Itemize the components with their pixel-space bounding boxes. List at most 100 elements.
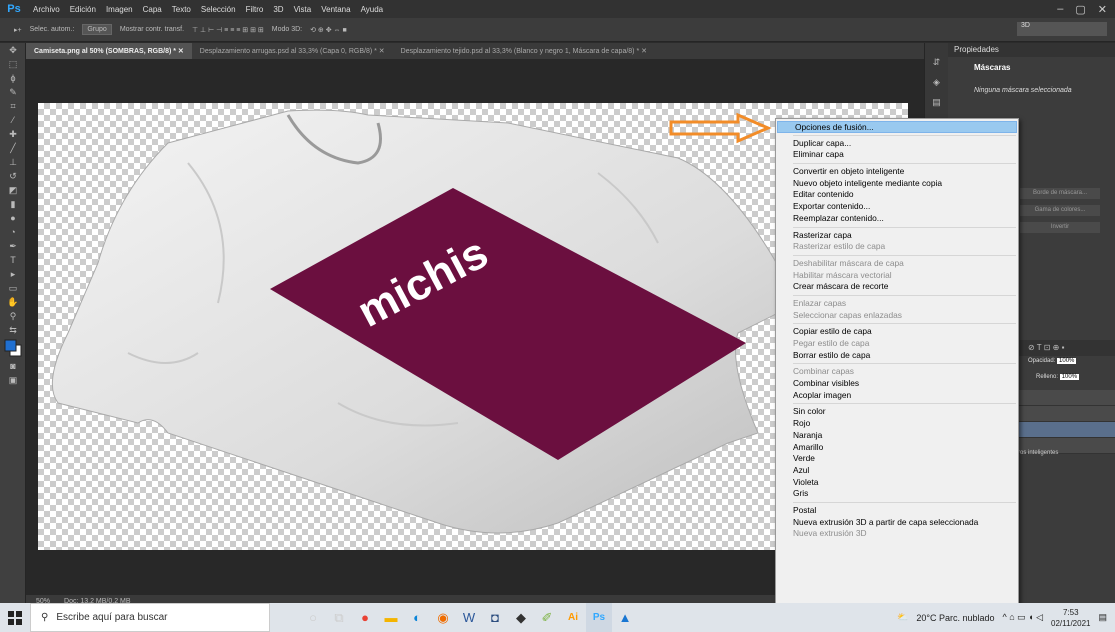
pen-tool-icon[interactable]: ✒	[0, 239, 26, 253]
zoom-tool-icon[interactable]: ⚲	[0, 309, 26, 323]
edge-icon[interactable]: ◐	[404, 603, 430, 632]
auto-select-checkbox[interactable]: Selec. autom.:	[30, 26, 75, 33]
menu-item[interactable]: Postal	[776, 505, 1018, 517]
menu-item[interactable]: Verde	[776, 453, 1018, 465]
swap-colors-icon[interactable]: ⇆	[0, 323, 26, 337]
menu-item[interactable]: Duplicar capa...	[776, 138, 1018, 150]
fill-value[interactable]: 100%	[1059, 374, 1080, 380]
dodge-tool-icon[interactable]: ◔	[0, 225, 26, 239]
menu-ayuda[interactable]: Ayuda	[356, 5, 389, 14]
history-panel-icon[interactable]: ⇵	[925, 57, 948, 77]
menu-item[interactable]: Azul	[776, 465, 1018, 477]
menu-capa[interactable]: Capa	[138, 5, 167, 14]
menu-item[interactable]: Nueva extrusión 3D a partir de capa sele…	[776, 517, 1018, 529]
menu-item[interactable]: Convertir en objeto inteligente	[776, 166, 1018, 178]
file-explorer-icon[interactable]: ▬	[378, 603, 404, 632]
brush-tool-icon[interactable]: ╱	[0, 141, 26, 155]
menu-ventana[interactable]: Ventana	[316, 5, 355, 14]
crop-tool-icon[interactable]: ⌗	[0, 99, 26, 113]
type-tool-icon[interactable]: T	[0, 253, 26, 267]
maximize-button[interactable]: ▢	[1075, 3, 1085, 16]
move-tool-icon[interactable]: ▸+	[14, 26, 22, 34]
tab-arrugas[interactable]: Desplazamiento arrugas.psd al 33,3% (Cap…	[192, 43, 393, 59]
tab-tejido[interactable]: Desplazamiento tejido.psd al 33,3% (Blan…	[393, 43, 655, 59]
tab-camiseta[interactable]: Camiseta.png al 50% (SOMBRAS, RGB/8) * ✕	[26, 43, 192, 59]
firefox-icon[interactable]: ◉	[430, 603, 456, 632]
taskbar-search[interactable]: ⚲ Escribe aquí para buscar	[30, 603, 270, 632]
layer-row[interactable]	[1018, 406, 1115, 422]
menu-item[interactable]: Borrar estilo de capa	[776, 350, 1018, 362]
weather-text[interactable]: 20°C Parc. nublado	[916, 613, 994, 623]
layer-row[interactable]	[1018, 390, 1115, 406]
quick-mask-icon[interactable]: ◙	[0, 359, 26, 373]
opacity-value[interactable]: 100%	[1057, 358, 1077, 364]
align-icons[interactable]: ⊤ ⊥ ⊢ ⊣ ≡ ≡ ≡ ⊞ ⊞ ⊞	[192, 26, 264, 34]
healing-tool-icon[interactable]: ✚	[0, 127, 26, 141]
layers-panel-icon[interactable]: ▤	[925, 97, 948, 117]
hand-tool-icon[interactable]: ✋	[0, 295, 26, 309]
menu-item[interactable]: Naranja	[776, 430, 1018, 442]
inkscape-icon[interactable]: ◆	[508, 603, 534, 632]
menu-item[interactable]: Nuevo objeto inteligente mediante copia	[776, 178, 1018, 190]
minimize-button[interactable]: –	[1057, 3, 1063, 15]
menu-item[interactable]: Reemplazar contenido...	[776, 213, 1018, 225]
menu-item[interactable]: Exportar contenido...	[776, 201, 1018, 213]
menu-item[interactable]: Copiar estilo de capa	[776, 326, 1018, 338]
chrome-icon[interactable]: ●	[352, 603, 378, 632]
opacity-row[interactable]: Opacidad: 100%	[1018, 358, 1115, 372]
menu-item[interactable]: Editar contenido	[776, 189, 1018, 201]
eraser-tool-icon[interactable]: ◩	[0, 183, 26, 197]
menu-seleccion[interactable]: Selección	[196, 5, 241, 14]
close-button[interactable]: ✕	[1098, 3, 1107, 16]
group-select[interactable]: Grupo	[82, 24, 112, 35]
menu-imagen[interactable]: Imagen	[101, 5, 138, 14]
menu-item[interactable]: Eliminar capa	[776, 149, 1018, 161]
menu-archivo[interactable]: Archivo	[28, 5, 65, 14]
menu-item[interactable]: Rasterizar capa	[776, 230, 1018, 242]
menu-filtro[interactable]: Filtro	[241, 5, 269, 14]
stamp-tool-icon[interactable]: ⊥	[0, 155, 26, 169]
task-view-icon[interactable]: ⧉	[326, 603, 352, 632]
clock[interactable]: 7:53 02/11/2021	[1051, 607, 1090, 629]
shape-tool-icon[interactable]: ▭	[0, 281, 26, 295]
photoshop-icon[interactable]: Ps	[586, 603, 612, 632]
notifications-icon[interactable]: ▤	[1098, 612, 1107, 623]
menu-texto[interactable]: Texto	[167, 5, 196, 14]
menu-item[interactable]: Gris	[776, 488, 1018, 500]
word-icon[interactable]: W	[456, 603, 482, 632]
app-icon[interactable]: ◘	[482, 603, 508, 632]
mode-3d-icons[interactable]: ⟲ ⊕ ✥ ⇔ ■	[310, 26, 347, 34]
eyedropper-tool-icon[interactable]: ⁄	[0, 113, 26, 127]
menu-item[interactable]: Amarillo	[776, 442, 1018, 454]
gradient-tool-icon[interactable]: ▮	[0, 197, 26, 211]
marquee-tool-icon[interactable]: ⬚	[0, 57, 26, 71]
workspace-select[interactable]: 3D	[1017, 22, 1107, 36]
menu-item[interactable]: Acoplar imagen	[776, 390, 1018, 402]
show-transform-checkbox[interactable]: Mostrar contr. transf.	[120, 26, 184, 33]
layers-filter-icons[interactable]: ⊘ T ⊡ ⊕ ▪	[1018, 340, 1115, 356]
blur-tool-icon[interactable]: ●	[0, 211, 26, 225]
layer-row-selected[interactable]	[1018, 422, 1115, 438]
fill-row[interactable]: Relleno: 100%	[1018, 374, 1115, 388]
menu-item[interactable]: Combinar visibles	[776, 378, 1018, 390]
menu-3d[interactable]: 3D	[268, 5, 288, 14]
color-range-button[interactable]: Gama de colores...	[1020, 205, 1100, 216]
menu-item[interactable]: Rojo	[776, 418, 1018, 430]
color-swatches-icon[interactable]	[0, 337, 26, 359]
invert-button[interactable]: Invertir	[1020, 222, 1100, 233]
properties-header[interactable]: Propiedades	[948, 43, 1115, 57]
mask-edge-button[interactable]: Borde de máscara...	[1020, 188, 1100, 199]
cortana-icon[interactable]: ○	[300, 603, 326, 632]
screen-mode-icon[interactable]: ▣	[0, 373, 26, 387]
lasso-tool-icon[interactable]: ϕ	[0, 71, 26, 85]
illustrator-icon[interactable]: Ai	[560, 603, 586, 632]
menu-item[interactable]: Opciones de fusión...	[777, 121, 1017, 133]
history-brush-icon[interactable]: ↺	[0, 169, 26, 183]
menu-edicion[interactable]: Edición	[65, 5, 101, 14]
3d-panel-icon[interactable]: ◈	[925, 77, 948, 97]
quick-select-tool-icon[interactable]: ✎	[0, 85, 26, 99]
start-button[interactable]	[0, 603, 30, 632]
menu-item[interactable]: Sin color	[776, 406, 1018, 418]
menu-vista[interactable]: Vista	[289, 5, 317, 14]
photos-icon[interactable]: ▲	[612, 603, 638, 632]
